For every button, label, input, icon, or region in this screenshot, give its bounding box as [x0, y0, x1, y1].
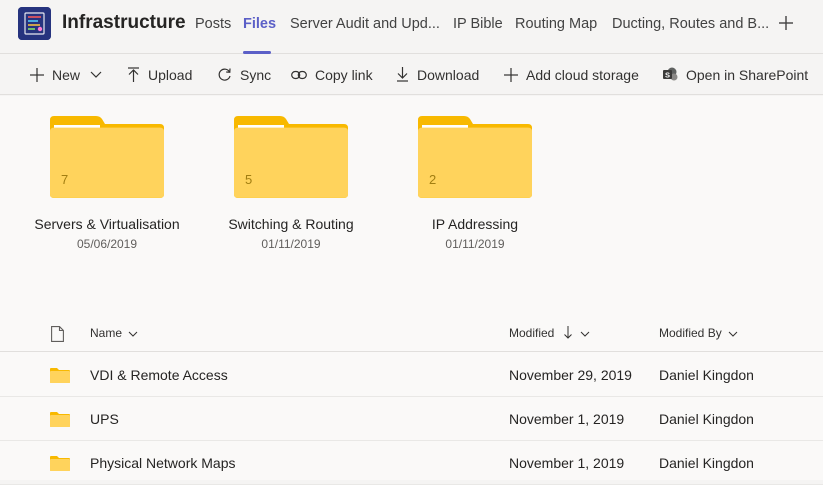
upload-icon [128, 67, 139, 82]
column-header-modified[interactable]: Modified [509, 326, 590, 340]
row-modified-by: Daniel Kingdon [659, 455, 754, 471]
folder-tile-ip-addressing[interactable]: 2 IP Addressing 01/11/2019 [403, 116, 573, 256]
upload-button-label: Upload [148, 66, 193, 83]
folder-tile-date: 01/11/2019 [445, 237, 505, 251]
folder-item-count: 7 [61, 172, 69, 187]
sharepoint-icon: S [663, 67, 678, 81]
row-name[interactable]: VDI & Remote Access [90, 367, 228, 383]
row-name[interactable]: UPS [90, 411, 119, 427]
column-header-modified-label: Modified [509, 326, 555, 340]
copy-link-button[interactable]: Copy link [291, 54, 373, 95]
upload-button[interactable]: Upload [127, 54, 192, 95]
open-in-sharepoint-label: Open in SharePoint [686, 66, 809, 83]
app-header: Infrastructure Posts Files Server Audit … [0, 0, 823, 54]
team-name: Infrastructure [62, 12, 186, 33]
folder-tile-switching-routing[interactable]: 5 Switching & Routing 01/11/2019 [219, 116, 389, 256]
download-button[interactable]: Download [396, 54, 479, 95]
add-cloud-storage-button[interactable]: Add cloud storage [504, 54, 639, 95]
row-modified-by: Daniel Kingdon [659, 367, 754, 383]
column-header-name[interactable]: Name [90, 326, 138, 340]
add-cloud-storage-label: Add cloud storage [526, 66, 639, 83]
row-modified: November 29, 2019 [509, 367, 632, 383]
folder-tile-date: 05/06/2019 [76, 237, 138, 251]
command-bar: New Upload Sync Copy link Download Add c… [0, 54, 823, 95]
file-list-header: Name Modified Modified By [0, 314, 823, 352]
sync-button-label: Sync [240, 66, 272, 83]
download-button-label: Download [417, 66, 480, 83]
plus-icon [504, 67, 518, 82]
folder-item-count: 2 [429, 172, 437, 187]
row-modified: November 1, 2019 [509, 411, 625, 427]
chevron-down-icon [90, 71, 102, 78]
tab-files[interactable]: Files [243, 16, 276, 32]
folder-icon [50, 456, 70, 471]
folder-tile-servers-virtualisation[interactable]: 7 Servers & Virtualisation 05/06/2019 [34, 116, 205, 256]
team-logo-icon[interactable] [18, 7, 51, 40]
file-type-icon[interactable] [51, 326, 64, 342]
files-main-area: 7 Servers & Virtualisation 05/06/2019 5 … [0, 96, 823, 485]
folder-tile-name[interactable]: Switching & Routing [199, 216, 383, 232]
folder-icon [50, 368, 70, 383]
tab-server-audit[interactable]: Server Audit and Upd... [290, 16, 440, 32]
svg-text:S: S [665, 71, 670, 80]
column-header-modified-by-label: Modified By [659, 326, 722, 340]
folder-tile-date: 01/11/2019 [261, 237, 321, 251]
sort-descending-icon [563, 326, 572, 339]
folder-tile-name[interactable]: Servers & Virtualisation [15, 216, 199, 232]
new-button[interactable]: New [30, 54, 102, 95]
tab-ip-bible[interactable]: IP Bible [453, 16, 503, 32]
column-header-name-label: Name [90, 326, 123, 340]
table-row[interactable]: VDI & Remote Access November 29, 2019 Da… [0, 353, 823, 397]
tab-posts[interactable]: Posts [195, 16, 231, 32]
open-in-sharepoint-button[interactable]: S Open in SharePoint [663, 54, 808, 95]
chevron-down-icon [580, 331, 590, 337]
plus-icon [30, 67, 44, 82]
plus-icon[interactable] [776, 11, 796, 35]
copy-link-button-label: Copy link [315, 66, 373, 83]
new-button-label: New [52, 66, 81, 83]
folder-item-count: 5 [245, 172, 253, 187]
link-icon [291, 70, 307, 79]
sync-icon [218, 68, 231, 81]
row-modified: November 1, 2019 [509, 455, 625, 471]
chevron-down-icon [129, 331, 138, 337]
sync-button[interactable]: Sync [217, 54, 271, 95]
table-row[interactable]: UPS November 1, 2019 Daniel Kingdon [0, 397, 823, 441]
chevron-down-icon [728, 331, 738, 337]
folder-icon [50, 412, 70, 427]
tab-routing-map[interactable]: Routing Map [515, 16, 597, 32]
row-name[interactable]: Physical Network Maps [90, 455, 236, 471]
row-modified-by: Daniel Kingdon [659, 411, 754, 427]
table-row[interactable]: Physical Network Maps November 1, 2019 D… [0, 441, 823, 485]
tab-ducting-routes[interactable]: Ducting, Routes and B... [612, 16, 769, 32]
column-header-modified-by[interactable]: Modified By [659, 326, 738, 340]
folder-tile-name[interactable]: IP Addressing [383, 216, 567, 232]
download-icon [397, 67, 408, 82]
